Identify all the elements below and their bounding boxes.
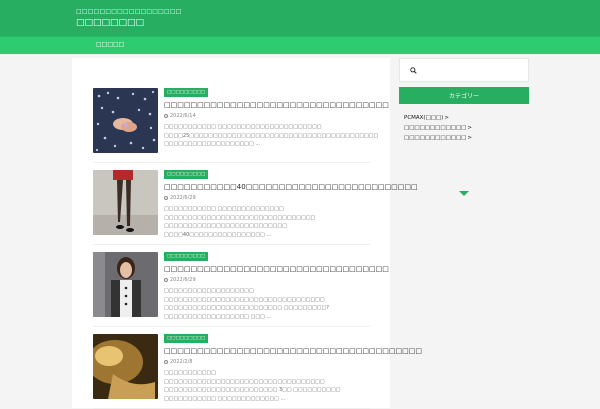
clock-icon <box>164 277 168 282</box>
category-list: PCMAX(□□□)> □□□□□□□□□□□□> □□□□□□□□□□□□> <box>404 113 524 143</box>
search-box[interactable] <box>399 58 529 82</box>
article-title[interactable]: □□□□□□□□□□□□□□□□□□□□□□□□□□□□□□□□□□□□□□□ <box>164 347 422 355</box>
article-thumbnail[interactable] <box>93 334 158 399</box>
article-title[interactable]: □□□□□□□□□□□□□□□□□□□□□□□□□□□□□□□□□□ <box>164 101 389 109</box>
category-link[interactable]: PCMAX(□□□)> <box>404 113 524 123</box>
category-badge[interactable]: □□□□□□□□□ <box>164 252 209 261</box>
article-title[interactable]: □□□□□□□□□□□□□□□□□□□□□□□□□□□□□□□□□□ <box>164 265 389 273</box>
chevron-right-icon: > <box>467 125 472 131</box>
article-thumbnail[interactable] <box>93 252 158 317</box>
article-date: 2022/6/14 <box>164 113 196 119</box>
article-thumbnail[interactable] <box>93 88 158 153</box>
article-card[interactable]: □□□□□□□□□ □□□□□□□□□□□40□□□□□□□□□□□□□□□□□… <box>93 170 418 245</box>
site-title-link[interactable]: □□□□□□□□ <box>76 18 144 28</box>
category-widget-heading: カテゴリー <box>399 87 529 196</box>
article-thumbnail[interactable] <box>93 170 158 235</box>
chevron-right-icon: > <box>467 135 472 141</box>
article-excerpt: □□□□□□□□□□□ □□□□□□□□□□□□□□ □□□□□□□□□□□□□… <box>164 206 316 238</box>
article-card[interactable]: □□□□□□□□□ □□□□□□□□□□□□□□□□□□□□□□□□□□□□□□… <box>93 88 389 163</box>
category-badge[interactable]: □□□□□□□□□ <box>164 88 209 97</box>
article-card[interactable]: □□□□□□□□□ □□□□□□□□□□□□□□□□□□□□□□□□□□□□□□… <box>93 252 389 327</box>
site-header: □□□□□□□□□□□□□□□□□□ □□□□□□□□ <box>0 0 600 36</box>
article-date: 2022/6/29 <box>164 195 196 201</box>
clock-icon <box>164 359 168 364</box>
search-icon[interactable] <box>410 67 417 74</box>
category-link[interactable]: □□□□□□□□□□□□> <box>404 123 524 133</box>
category-link[interactable]: □□□□□□□□□□□□> <box>404 133 524 143</box>
article-list: □□□□□□□□□ □□□□□□□□□□□□□□□□□□□□□□□□□□□□□□… <box>72 58 422 409</box>
clock-icon <box>164 195 168 200</box>
heading-arrow <box>459 191 469 196</box>
article-date: 2022/6/29 <box>164 277 196 283</box>
article-excerpt: □□□□□□□□□□□ □□□□□□□□□□□□□□□□□□□□□□□□□□□□… <box>164 370 341 402</box>
global-nav: □□□□□ <box>0 36 600 54</box>
article-excerpt: □□□□□□□□□□□ □□□□□□□□□□□□□□□□□□□□□□ □□□□2… <box>164 124 379 147</box>
article-card[interactable]: □□□□□□□□□ □□□□□□□□□□□□□□□□□□□□□□□□□□□□□□… <box>93 334 422 409</box>
category-heading-label: カテゴリー <box>448 93 479 100</box>
category-badge[interactable]: □□□□□□□□□ <box>164 170 209 179</box>
article-excerpt: □□□□□□□□□□□□□□□□□□□ □□□□□□□□□□□□□□□□□□□□… <box>164 288 329 320</box>
clock-icon <box>164 113 168 118</box>
nav-item-home[interactable]: □□□□□ <box>96 41 124 48</box>
site-tagline: □□□□□□□□□□□□□□□□□□ <box>76 8 182 15</box>
category-badge[interactable]: □□□□□□□□□ <box>164 334 209 343</box>
article-date: 2022/2/8 <box>164 359 192 365</box>
chevron-right-icon: > <box>444 115 449 121</box>
article-title[interactable]: □□□□□□□□□□□40□□□□□□□□□□□□□□□□□□□□□□□□□□ <box>164 183 418 191</box>
